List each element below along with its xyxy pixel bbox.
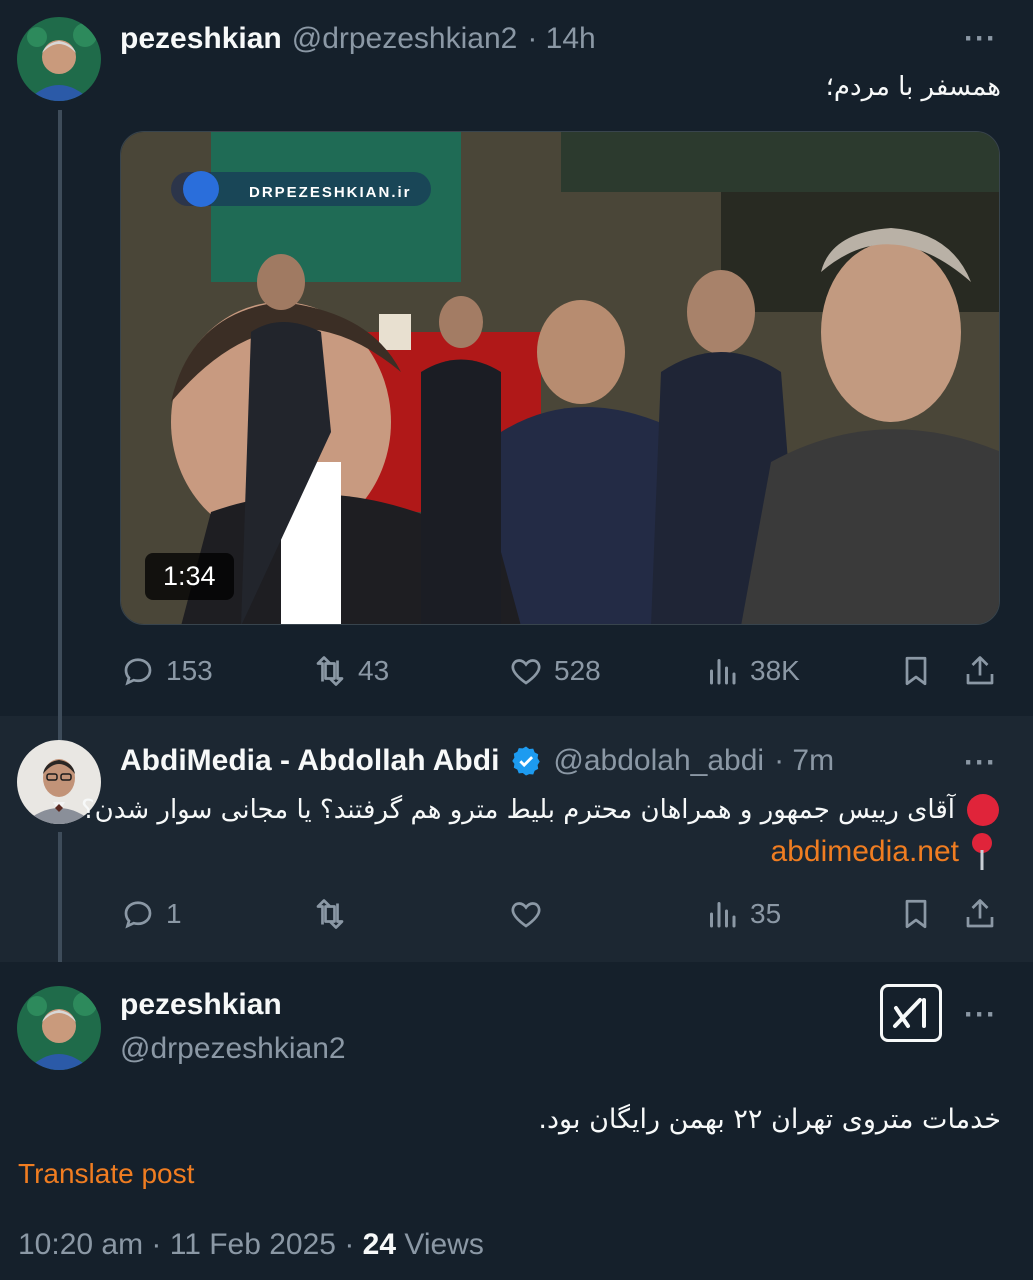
author-name[interactable]: AbdiMedia - Abdollah Abdi <box>120 744 499 778</box>
more-options-button[interactable]: ··· <box>964 22 997 56</box>
repost-button[interactable] <box>312 896 358 932</box>
views-count: 35 <box>750 898 782 929</box>
tweet-text: همسفر با مردم؛ <box>825 72 1001 102</box>
repost-icon <box>316 899 344 929</box>
thread-line <box>58 716 62 740</box>
views-button[interactable]: 38K <box>704 653 800 689</box>
repost-count: 43 <box>358 655 390 686</box>
author-handle[interactable]: @drpezeshkian2 <box>292 22 518 56</box>
tweet-actions: 1 35 <box>120 896 1000 936</box>
repost-icon <box>316 656 344 686</box>
views-count: 24 <box>362 1228 397 1261</box>
reply-count: 153 <box>166 655 213 686</box>
video-thumbnail: DRPEZESHKIAN.ir <box>121 132 999 624</box>
tweet-text: خدمات متروی تهران ۲۲ بهمن رایگان بود. <box>538 1104 1001 1135</box>
watermark-text: DRPEZESHKIAN.ir <box>249 184 412 201</box>
more-options-button[interactable]: ··· <box>964 746 997 780</box>
views-button[interactable]: 35 <box>704 896 781 932</box>
website-link[interactable]: abdimedia.net <box>771 835 959 869</box>
reply-icon <box>124 901 152 929</box>
author-name-line: pezeshkian <box>120 988 282 1022</box>
post-meta: 10:20 am · 11 Feb 2025 · 24 Views <box>18 1228 484 1262</box>
post-time[interactable]: · 14h <box>527 22 595 56</box>
pushpin-icon <box>972 833 992 870</box>
tweet-actions: 153 43 528 38K <box>120 653 1000 693</box>
avatar[interactable] <box>17 986 101 1070</box>
translate-post-link[interactable]: Translate post <box>18 1158 194 1190</box>
bookmark-icon <box>905 656 927 686</box>
heart-icon <box>511 659 541 685</box>
verified-badge-icon <box>512 746 541 776</box>
author-name[interactable]: pezeshkian <box>120 988 282 1022</box>
link-line: abdimedia.net <box>771 832 995 872</box>
like-count: 528 <box>554 655 601 686</box>
tweet-text: آقای رییس جمهور و همراهان محترم بلیط متر… <box>80 795 955 825</box>
views-count: 38K <box>750 655 800 686</box>
author-name[interactable]: pezeshkian <box>120 22 282 56</box>
author-handle-line: @drpezeshkian2 <box>120 1032 346 1066</box>
reply-text-line: آقای رییس جمهور و همراهان محترم بلیط متر… <box>81 792 1001 828</box>
share-icon <box>966 656 994 685</box>
reply-button[interactable]: 153 <box>120 653 213 689</box>
post-timestamp[interactable]: 10:20 am · 11 Feb 2025 · <box>18 1228 363 1261</box>
views-icon <box>710 902 736 928</box>
like-button[interactable]: 528 <box>508 653 601 689</box>
tweet-focused[interactable]: pezeshkian @drpezeshkian2 ··· خدمات مترو… <box>0 962 1033 1280</box>
tweet-header: AbdiMedia - Abdollah Abdi @abdolah_abdi … <box>120 744 834 778</box>
thread-line <box>58 110 62 716</box>
reply-button[interactable]: 1 <box>120 896 182 932</box>
views-label: Views <box>396 1228 484 1261</box>
thread-line <box>58 832 62 962</box>
heart-icon <box>511 902 541 928</box>
tweet-original[interactable]: pezeshkian @drpezeshkian2 · 14h ··· همسف… <box>0 0 1033 716</box>
author-handle[interactable]: @drpezeshkian2 <box>120 1032 346 1066</box>
bookmark-icon <box>905 899 927 929</box>
reply-icon <box>124 658 152 686</box>
share-icon <box>966 899 994 928</box>
repost-button[interactable]: 43 <box>312 653 389 689</box>
avatar[interactable] <box>17 17 101 101</box>
tweet-header: pezeshkian @drpezeshkian2 · 14h <box>120 22 596 56</box>
tweet-reply[interactable]: AbdiMedia - Abdollah Abdi @abdolah_abdi … <box>0 716 1033 962</box>
video-player[interactable]: DRPEZESHKIAN.ir 1:34 <box>120 131 1000 625</box>
video-duration: 1:34 <box>145 553 234 600</box>
slash-x-icon <box>893 998 926 1028</box>
share-button[interactable] <box>962 653 998 689</box>
reply-count: 1 <box>166 898 182 929</box>
author-handle[interactable]: @abdolah_abdi <box>553 744 764 778</box>
like-button[interactable] <box>508 896 554 932</box>
share-button[interactable] <box>962 896 998 932</box>
bookmark-button[interactable] <box>898 653 934 689</box>
bookmark-button[interactable] <box>898 896 934 932</box>
more-options-button[interactable]: ··· <box>964 998 997 1032</box>
grok-icon[interactable] <box>880 984 942 1042</box>
red-circle-icon <box>967 794 999 826</box>
views-icon <box>710 659 736 685</box>
post-time[interactable]: · 7m <box>774 744 834 778</box>
